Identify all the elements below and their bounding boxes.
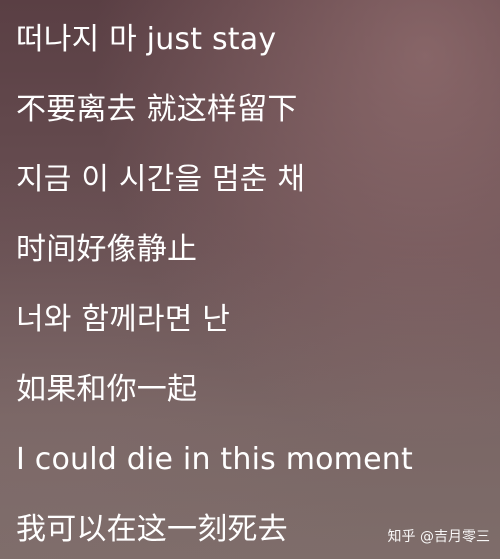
- watermark: 知乎 @吉月零三: [387, 529, 490, 545]
- lyric-line: 떠나지 마 just stay: [16, 22, 277, 57]
- lyrics-panel: 떠나지 마 just stay 不要离去 就这样留下 지금 이 시간을 멈춘 채…: [16, 0, 486, 559]
- lyric-line: 我可以在这一刻死去: [16, 512, 288, 547]
- lyric-line: 不要离去 就这样留下: [16, 92, 298, 127]
- lyric-line: I could die in this moment: [16, 442, 413, 477]
- lyric-line: 如果和你一起: [16, 372, 198, 407]
- lyric-line: 지금 이 시간을 멈춘 채: [16, 162, 306, 197]
- lyric-line: 时间好像静止: [16, 232, 198, 267]
- lyric-line: 너와 함께라면 난: [16, 302, 231, 337]
